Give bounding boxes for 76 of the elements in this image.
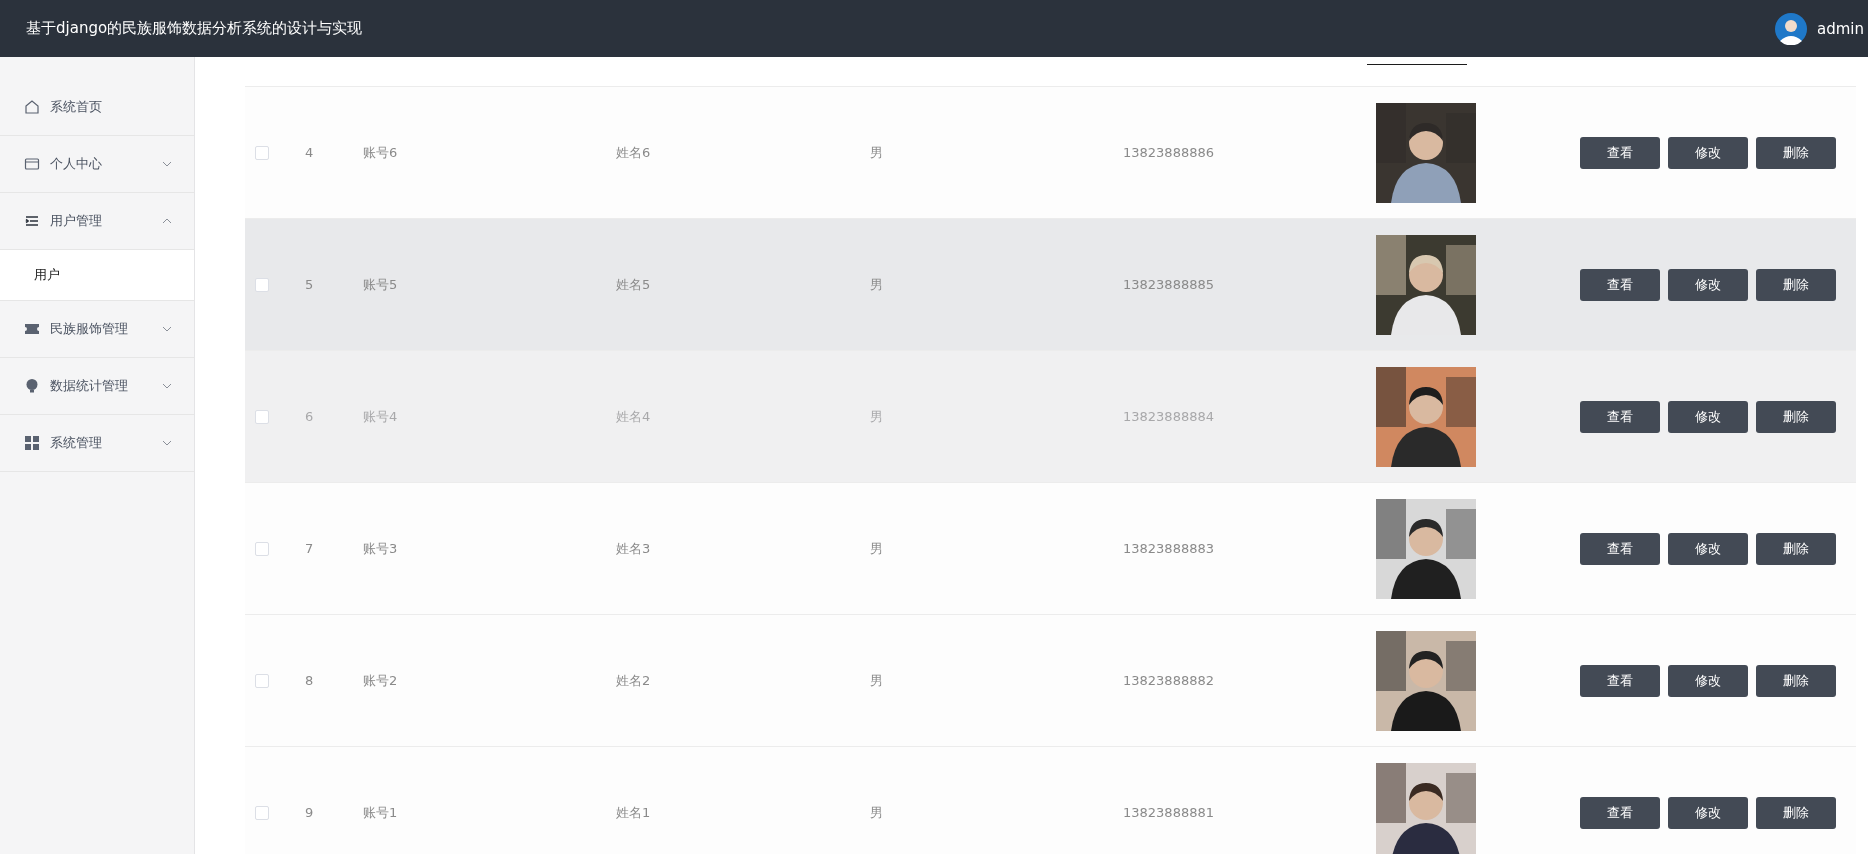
table-cell-text: 男 xyxy=(870,539,884,558)
card-icon xyxy=(24,156,40,172)
table-cell-text: 13823888884 xyxy=(1123,409,1215,424)
table-cell-text: 男 xyxy=(870,803,884,822)
delete-button[interactable]: 删除 xyxy=(1756,532,1836,565)
table-cell-text: 账号6 xyxy=(363,143,399,162)
table-row[interactable]: 6 账号4 姓名4 男 13823888884 查看 修改 删除 xyxy=(245,351,1856,483)
table-cell-text: 账号3 xyxy=(363,539,399,558)
table-cell-text: 5 xyxy=(305,277,315,292)
row-checkbox[interactable] xyxy=(255,673,269,688)
row-checkbox[interactable] xyxy=(255,541,269,556)
table-row[interactable]: 5 账号5 姓名5 男 13823888885 查看 修改 删除 xyxy=(245,219,1856,351)
sidebar-item[interactable]: 个人中心 xyxy=(0,136,194,193)
edit-button[interactable]: 修改 xyxy=(1668,268,1748,301)
row-checkbox[interactable] xyxy=(255,145,269,160)
ticket-icon xyxy=(24,321,40,337)
view-button[interactable]: 查看 xyxy=(1580,532,1660,565)
sidebar-item[interactable]: 数据统计管理 xyxy=(0,358,194,415)
view-button[interactable]: 查看 xyxy=(1580,268,1660,301)
table-cell-text: 9 xyxy=(305,805,315,820)
view-button[interactable]: 查看 xyxy=(1580,400,1660,433)
table-cell-text: 8 xyxy=(305,673,315,688)
sidebar-subitem[interactable]: 用户 xyxy=(0,250,194,301)
app-title: 基于django的民族服饰数据分析系统的设计与实现 xyxy=(26,19,363,38)
table-cell-text: 姓名6 xyxy=(616,143,652,162)
table-cell-text: 姓名3 xyxy=(616,539,652,558)
table-cell-text: 6 xyxy=(305,409,315,424)
table-cell-text: 姓名2 xyxy=(616,671,652,690)
home-icon xyxy=(24,99,40,115)
chevron-down-icon xyxy=(162,440,172,446)
view-button[interactable]: 查看 xyxy=(1580,796,1660,829)
table-cell-text: 男 xyxy=(870,671,884,690)
row-checkbox[interactable] xyxy=(255,409,269,424)
sidebar-item[interactable]: 民族服饰管理 xyxy=(0,301,194,358)
grid-icon xyxy=(24,435,40,451)
chevron-down-icon xyxy=(162,161,172,167)
view-button[interactable]: 查看 xyxy=(1580,664,1660,697)
delete-button[interactable]: 删除 xyxy=(1756,796,1836,829)
table-cell-text: 7 xyxy=(305,541,315,556)
sidebar-item[interactable]: 系统管理 xyxy=(0,415,194,472)
edit-button[interactable]: 修改 xyxy=(1668,136,1748,169)
chevron-up-icon xyxy=(162,218,172,224)
table-cell-text: 账号5 xyxy=(363,275,399,294)
table-cell-text: 男 xyxy=(870,275,884,294)
edit-button[interactable]: 修改 xyxy=(1668,796,1748,829)
avatar[interactable] xyxy=(1775,12,1807,45)
table-cell-text: 姓名4 xyxy=(616,407,652,426)
chevron-down-icon xyxy=(162,326,172,332)
table-cell-text: 账号4 xyxy=(363,407,399,426)
row-checkbox[interactable] xyxy=(255,277,269,292)
delete-button[interactable]: 删除 xyxy=(1756,664,1836,697)
table-cell-text: 账号1 xyxy=(363,803,399,822)
user-name[interactable]: admin xyxy=(1817,19,1864,38)
table-cell-text: 姓名1 xyxy=(616,803,652,822)
view-button[interactable]: 查看 xyxy=(1580,136,1660,169)
sidebar-item[interactable]: 系统首页 xyxy=(0,79,194,136)
delete-button[interactable]: 删除 xyxy=(1756,136,1836,169)
list-icon xyxy=(24,213,40,229)
table-cell-text: 13823888886 xyxy=(1123,145,1215,160)
table-cell-text: 13823888883 xyxy=(1123,541,1215,556)
table-cell-text: 13823888885 xyxy=(1123,277,1215,292)
chevron-down-icon xyxy=(162,383,172,389)
table-cell-text: 账号2 xyxy=(363,671,399,690)
table-cell-text: 4 xyxy=(305,145,315,160)
table-cell-text: 男 xyxy=(870,143,884,162)
edit-button[interactable]: 修改 xyxy=(1668,400,1748,433)
delete-button[interactable]: 删除 xyxy=(1756,400,1836,433)
table-cell-text: 13823888881 xyxy=(1123,805,1215,820)
row-checkbox[interactable] xyxy=(255,805,269,820)
edit-button[interactable]: 修改 xyxy=(1668,664,1748,697)
delete-button[interactable]: 删除 xyxy=(1756,268,1836,301)
table-cell-text: 姓名5 xyxy=(616,275,652,294)
edit-button[interactable]: 修改 xyxy=(1668,532,1748,565)
table-cell-text: 男 xyxy=(870,407,884,426)
bulb-icon xyxy=(24,378,40,394)
table-cell-text: 13823888882 xyxy=(1123,673,1215,688)
